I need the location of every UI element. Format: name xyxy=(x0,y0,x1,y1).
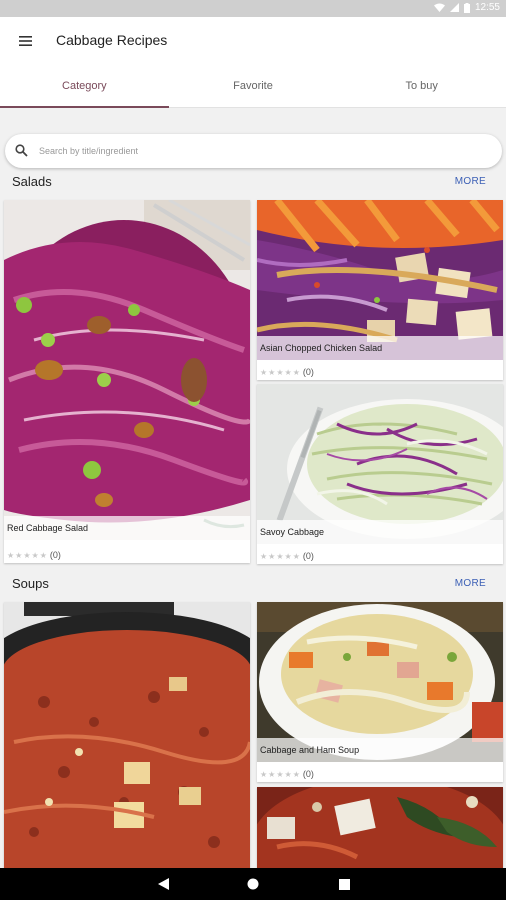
star-rating-icon: ★★★★★ xyxy=(260,367,301,377)
app-bar: Cabbage Recipes xyxy=(0,17,506,64)
rating-count: (0) xyxy=(302,367,314,377)
navigation-bar xyxy=(0,868,506,900)
recipe-title: Red Cabbage Salad xyxy=(4,516,250,540)
status-time: 12:55 xyxy=(474,2,500,13)
star-rating-icon: ★★★★★ xyxy=(260,769,301,779)
recipe-card[interactable]: Savoy Cabbage ★★★★★ (0) xyxy=(257,384,503,564)
battery-icon xyxy=(463,2,470,13)
back-triangle-icon[interactable] xyxy=(155,876,171,892)
star-rating-icon: ★★★★★ xyxy=(260,551,301,561)
recipe-title: Savoy Cabbage xyxy=(257,520,503,544)
rating-count: (0) xyxy=(49,550,61,560)
recipe-card[interactable] xyxy=(4,602,250,868)
section-title: Salads xyxy=(12,174,52,189)
rating: ★★★★★ (0) xyxy=(260,769,314,779)
search-icon xyxy=(15,144,28,162)
tab-to-buy[interactable]: To buy xyxy=(337,64,506,107)
recipe-card[interactable] xyxy=(257,787,503,868)
app-title: Cabbage Recipes xyxy=(56,32,168,48)
recipe-card[interactable]: Asian Chopped Chicken Salad ★★★★★ (0) xyxy=(257,200,503,380)
recipe-card[interactable]: Cabbage and Ham Soup ★★★★★ (0) xyxy=(257,602,503,782)
rating: ★★★★★ (0) xyxy=(7,550,61,560)
tab-bar: Category Favorite To buy xyxy=(0,64,506,108)
section-header-soups: Soups MORE xyxy=(0,572,506,598)
recipe-photo xyxy=(4,200,250,540)
recipe-title: Asian Chopped Chicken Salad xyxy=(257,336,503,360)
star-rating-icon: ★★★★★ xyxy=(7,550,48,560)
recents-square-icon[interactable] xyxy=(336,876,352,892)
more-button[interactable]: MORE xyxy=(455,176,486,187)
recipe-photo xyxy=(4,602,250,868)
search-input[interactable] xyxy=(39,142,479,160)
wifi-icon xyxy=(433,3,445,12)
home-circle-icon[interactable] xyxy=(245,876,261,892)
signal-icon xyxy=(449,3,459,12)
rating-count: (0) xyxy=(302,551,314,561)
hamburger-menu-icon[interactable] xyxy=(14,31,36,51)
recipe-photo xyxy=(257,787,503,868)
section-title: Soups xyxy=(12,576,49,591)
tab-favorite[interactable]: Favorite xyxy=(169,64,338,107)
category-list[interactable]: Salads MORE xyxy=(0,108,506,868)
rating: ★★★★★ (0) xyxy=(260,367,314,377)
rating: ★★★★★ (0) xyxy=(260,551,314,561)
recipe-card[interactable]: Red Cabbage Salad ★★★★★ (0) xyxy=(4,200,250,563)
section-header-salads: Salads MORE xyxy=(0,170,506,196)
status-bar: 12:55 xyxy=(0,0,506,17)
rating-count: (0) xyxy=(302,769,314,779)
recipe-title: Cabbage and Ham Soup xyxy=(257,738,503,762)
search-bar[interactable] xyxy=(5,134,502,168)
more-button[interactable]: MORE xyxy=(455,578,486,589)
tab-category[interactable]: Category xyxy=(0,64,169,108)
